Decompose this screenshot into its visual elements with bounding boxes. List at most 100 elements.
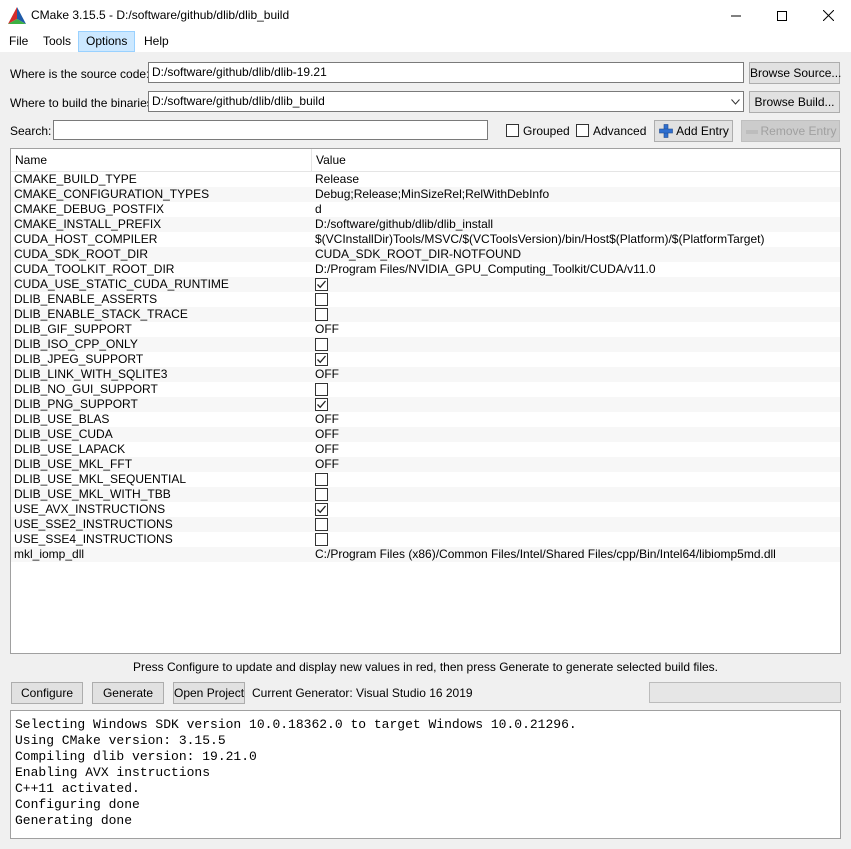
- menu-help[interactable]: Help: [137, 31, 176, 52]
- table-row[interactable]: CMAKE_INSTALL_PREFIX D:/software/github/d…: [11, 217, 840, 232]
- grouped-label: Grouped: [523, 124, 570, 138]
- table-row[interactable]: USE_SSE2_INSTRUCTIONS: [11, 517, 840, 532]
- table-row[interactable]: DLIB_LINK_WITH_SQLITE3 OFF: [11, 367, 840, 382]
- menu-file[interactable]: File: [2, 31, 35, 52]
- advanced-label: Advanced: [593, 124, 647, 138]
- entry-value-checkbox[interactable]: [315, 473, 328, 486]
- entry-name: CUDA_SDK_ROOT_DIR: [14, 247, 149, 261]
- output-log[interactable]: Selecting Windows SDK version 10.0.18362…: [10, 710, 841, 839]
- column-header-name[interactable]: Name: [11, 149, 47, 172]
- output-line: Generating done: [15, 813, 133, 828]
- entry-value-checkbox[interactable]: [315, 308, 328, 321]
- cache-table[interactable]: Name Value CMAKE_BUILD_TYPE Release CMAKE_…: [10, 148, 841, 654]
- entry-name: DLIB_ENABLE_STACK_TRACE: [14, 307, 188, 321]
- advanced-checkbox[interactable]: [576, 124, 589, 137]
- maximize-button[interactable]: [759, 0, 805, 31]
- table-row[interactable]: DLIB_USE_CUDA OFF: [11, 427, 840, 442]
- column-header-value[interactable]: Value: [312, 149, 346, 172]
- checkmark-icon: [317, 505, 326, 514]
- entry-value-checkbox[interactable]: [315, 338, 328, 351]
- entry-value[interactable]: OFF: [315, 412, 339, 427]
- entry-value-checkbox[interactable]: [315, 353, 328, 366]
- entry-name: DLIB_NO_GUI_SUPPORT: [14, 382, 158, 396]
- minimize-button[interactable]: [713, 0, 759, 31]
- table-row[interactable]: USE_SSE4_INSTRUCTIONS: [11, 532, 840, 547]
- entry-value[interactable]: OFF: [315, 457, 339, 472]
- entry-value-checkbox[interactable]: [315, 383, 328, 396]
- entry-value[interactable]: OFF: [315, 367, 339, 382]
- entry-value[interactable]: CUDA_SDK_ROOT_DIR-NOTFOUND: [315, 247, 521, 262]
- menu-tools[interactable]: Tools: [36, 31, 78, 52]
- entry-value-checkbox[interactable]: [315, 503, 328, 516]
- minus-icon: [746, 130, 758, 134]
- chevron-down-icon[interactable]: [729, 95, 741, 109]
- table-row[interactable]: DLIB_USE_LAPACK OFF: [11, 442, 840, 457]
- remove-entry-button[interactable]: Remove Entry: [741, 120, 840, 142]
- close-button[interactable]: [805, 0, 851, 31]
- table-row[interactable]: DLIB_JPEG_SUPPORT: [11, 352, 840, 367]
- entry-value[interactable]: OFF: [315, 427, 339, 442]
- browse-source-button[interactable]: Browse Source...: [749, 62, 841, 84]
- entry-value[interactable]: C:/Program Files (x86)/Common Files/Inte…: [315, 547, 776, 562]
- entry-name: CMAKE_INSTALL_PREFIX: [14, 217, 162, 231]
- entry-value-checkbox[interactable]: [315, 488, 328, 501]
- table-body: CMAKE_BUILD_TYPE Release CMAKE_CONFIGURATI…: [11, 172, 840, 562]
- table-row[interactable]: CUDA_TOOLKIT_ROOT_DIR D:/Program Files/NV…: [11, 262, 840, 277]
- table-row[interactable]: USE_AVX_INSTRUCTIONS: [11, 502, 840, 517]
- entry-value[interactable]: Debug;Release;MinSizeRel;RelWithDebInfo: [315, 187, 549, 202]
- window-title: CMake 3.15.5 - D:/software/github/dlib/d…: [31, 8, 290, 22]
- table-row[interactable]: CUDA_HOST_COMPILER $(VCInstallDir)Tools/M…: [11, 232, 840, 247]
- table-row[interactable]: DLIB_ISO_CPP_ONLY: [11, 337, 840, 352]
- browse-build-button[interactable]: Browse Build...: [749, 91, 840, 113]
- table-row[interactable]: DLIB_USE_MKL_WITH_TBB: [11, 487, 840, 502]
- maximize-icon: [777, 10, 787, 21]
- source-path-field[interactable]: D:/software/github/dlib/dlib-19.21: [148, 62, 744, 83]
- menu-options[interactable]: Options: [78, 31, 136, 52]
- open-project-button[interactable]: Open Project: [173, 682, 245, 704]
- entry-value[interactable]: OFF: [315, 442, 339, 457]
- progress-bar: [649, 682, 841, 703]
- search-input[interactable]: [53, 120, 488, 140]
- close-icon: [822, 10, 834, 21]
- table-row[interactable]: CUDA_SDK_ROOT_DIR CUDA_SDK_ROOT_DIR-NOTFO…: [11, 247, 840, 262]
- table-row[interactable]: DLIB_USE_MKL_SEQUENTIAL: [11, 472, 840, 487]
- table-row[interactable]: DLIB_PNG_SUPPORT: [11, 397, 840, 412]
- output-line: Selecting Windows SDK version 10.0.18362…: [15, 717, 577, 732]
- build-label: Where to build the binaries:: [10, 96, 157, 110]
- source-label: Where is the source code:: [10, 67, 150, 81]
- grouped-checkbox[interactable]: [506, 124, 519, 137]
- entry-value-checkbox[interactable]: [315, 293, 328, 306]
- entry-value[interactable]: d: [315, 202, 322, 217]
- current-generator: Current Generator: Visual Studio 16 2019: [252, 686, 473, 700]
- table-row[interactable]: DLIB_ENABLE_STACK_TRACE: [11, 307, 840, 322]
- entry-value[interactable]: D:/software/github/dlib/dlib_install: [315, 217, 493, 232]
- entry-value-checkbox[interactable]: [315, 278, 328, 291]
- title-bar[interactable]: CMake 3.15.5 - D:/software/github/dlib/d…: [0, 0, 851, 31]
- entry-value[interactable]: D:/Program Files/NVIDIA_GPU_Computing_To…: [315, 262, 656, 277]
- table-header: Name Value: [11, 149, 840, 172]
- table-row[interactable]: CUDA_USE_STATIC_CUDA_RUNTIME: [11, 277, 840, 292]
- entry-value-checkbox[interactable]: [315, 533, 328, 546]
- table-row[interactable]: CMAKE_DEBUG_POSTFIX d: [11, 202, 840, 217]
- table-row[interactable]: DLIB_GIF_SUPPORT OFF: [11, 322, 840, 337]
- build-path-value: D:/software/github/dlib/dlib_build: [152, 94, 325, 108]
- add-entry-button[interactable]: Add Entry: [654, 120, 733, 142]
- table-row[interactable]: DLIB_ENABLE_ASSERTS: [11, 292, 840, 307]
- table-row[interactable]: CMAKE_CONFIGURATION_TYPES Debug;Release;M…: [11, 187, 840, 202]
- table-row[interactable]: DLIB_USE_BLAS OFF: [11, 412, 840, 427]
- entry-value[interactable]: $(VCInstallDir)Tools/MSVC/$(VCToolsVersi…: [315, 232, 764, 247]
- configure-button[interactable]: Configure: [11, 682, 83, 704]
- table-row[interactable]: DLIB_USE_MKL_FFT OFF: [11, 457, 840, 472]
- table-row[interactable]: mkl_iomp_dll C:/Program Files (x86)/Commo…: [11, 547, 840, 562]
- checkmark-icon: [317, 355, 326, 364]
- entry-value[interactable]: OFF: [315, 322, 339, 337]
- generate-button[interactable]: Generate: [92, 682, 164, 704]
- table-row[interactable]: CMAKE_BUILD_TYPE Release: [11, 172, 840, 187]
- build-path-combo[interactable]: D:/software/github/dlib/dlib_build: [148, 91, 744, 112]
- table-row[interactable]: DLIB_NO_GUI_SUPPORT: [11, 382, 840, 397]
- entry-value-checkbox[interactable]: [315, 398, 328, 411]
- entry-value-checkbox[interactable]: [315, 518, 328, 531]
- entry-name: CMAKE_CONFIGURATION_TYPES: [14, 187, 210, 201]
- entry-value[interactable]: Release: [315, 172, 359, 187]
- output-line: Enabling AVX instructions: [15, 765, 211, 780]
